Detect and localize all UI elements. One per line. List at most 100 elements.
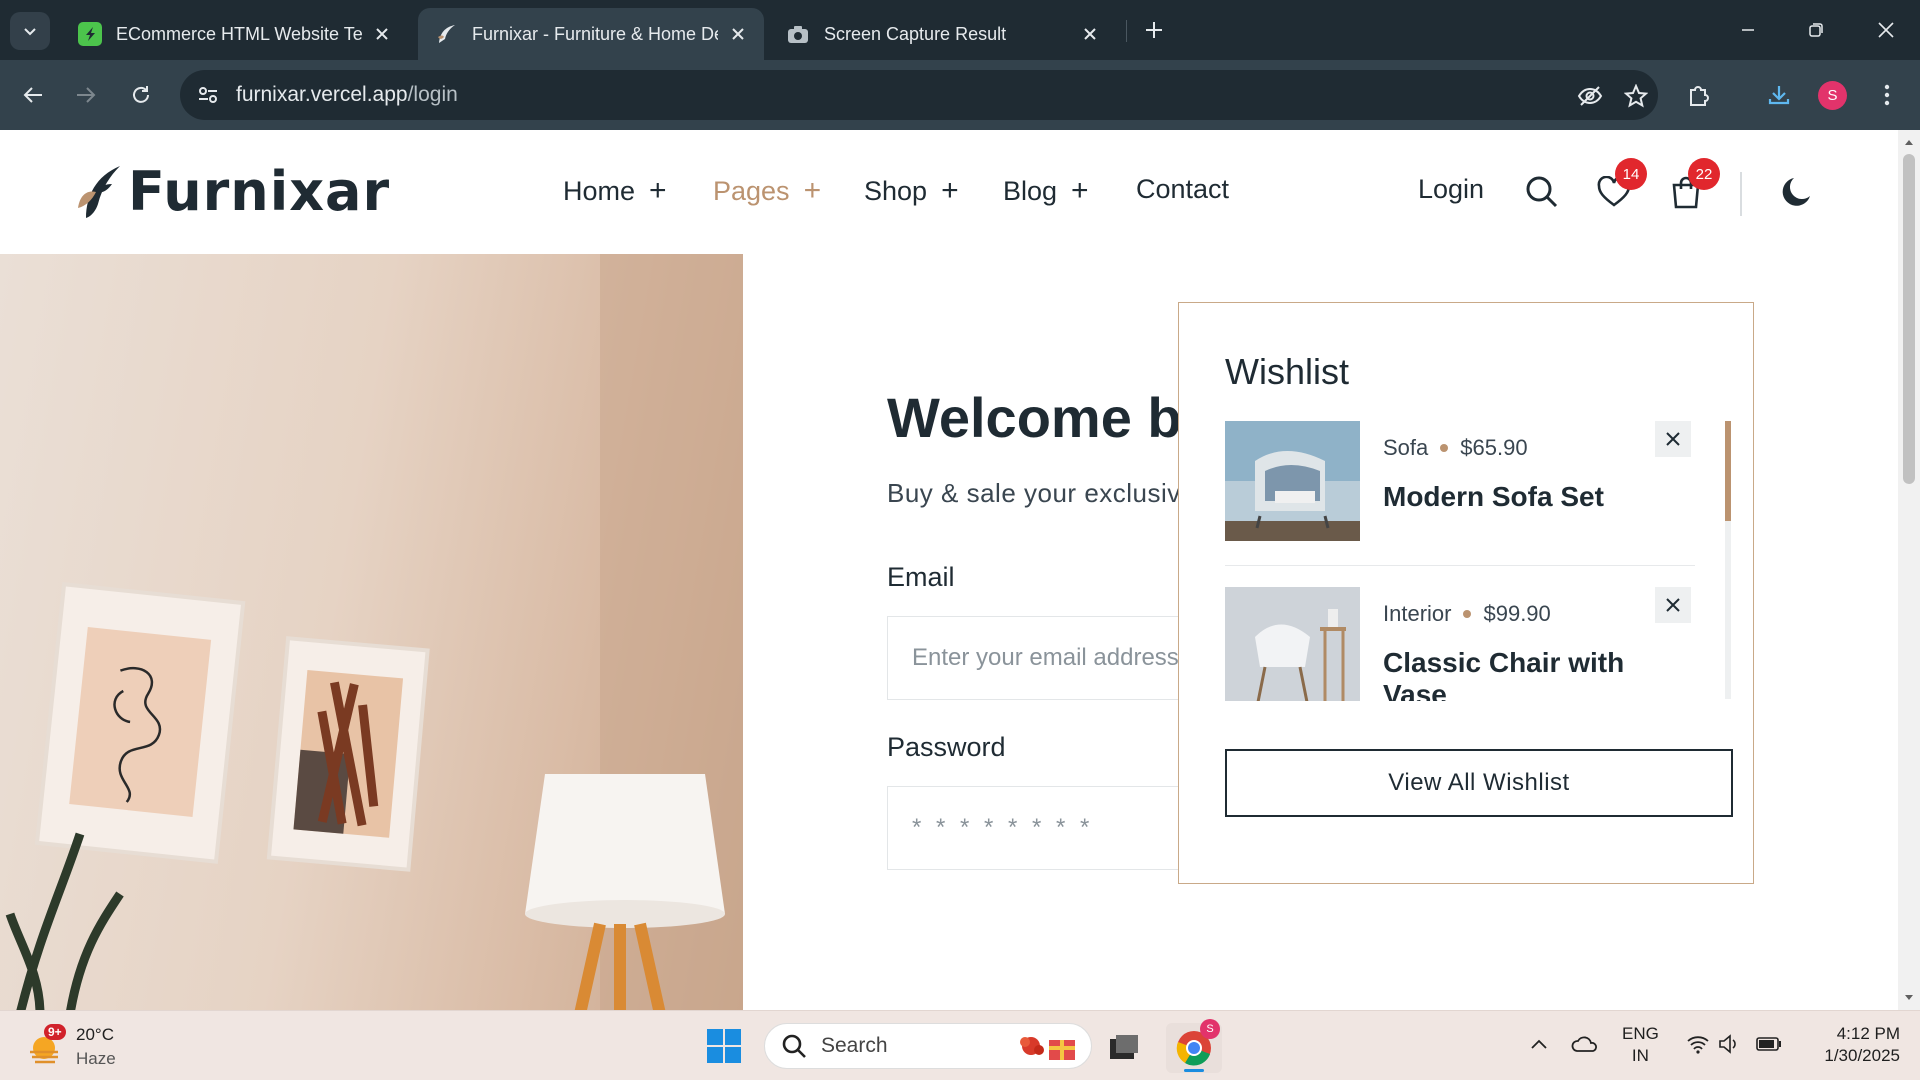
nav-label: Home <box>563 175 636 206</box>
show-hidden-icons-button[interactable] <box>1524 1029 1554 1059</box>
address-bar[interactable]: furnixar.vercel.app/login <box>180 70 1658 120</box>
page-scroll-thumb[interactable] <box>1903 154 1915 484</box>
nav-pages[interactable]: Pages + <box>713 174 821 208</box>
onedrive-icon[interactable] <box>1568 1029 1602 1059</box>
wishlist-item-meta: Sofa $65.90 <box>1383 435 1528 461</box>
nav-label: Blog <box>1003 175 1058 206</box>
wishlist-item[interactable]: Interior $99.90 Classic Chair with Vase <box>1225 587 1695 701</box>
browser-toolbar: furnixar.vercel.app/login S <box>0 60 1920 130</box>
tab-title: Screen Capture Result <box>824 23 1007 44</box>
wishlist-item-meta: Interior $99.90 <box>1383 601 1551 627</box>
reload-button[interactable] <box>122 76 160 114</box>
remove-item-button[interactable] <box>1655 421 1691 457</box>
separator-dot <box>1440 444 1449 452</box>
header-login-link[interactable]: Login <box>1418 174 1484 205</box>
lang-region: IN <box>1631 1046 1649 1065</box>
tab-title: Furnixar - Furniture & Home De <box>472 23 718 44</box>
scroll-up-icon[interactable] <box>1903 136 1915 148</box>
weather-condition: Haze <box>76 1049 116 1068</box>
wishlist-items: Sofa $65.90 Modern Sofa Set Interior $99… <box>1225 421 1695 701</box>
chevron-up-icon <box>1531 1039 1547 1049</box>
weather-badge: 9+ <box>44 1024 66 1040</box>
clock-date: 1/30/2025 <box>1824 1046 1900 1065</box>
new-tab-button[interactable] <box>1138 14 1170 46</box>
volume-icon[interactable] <box>1716 1029 1744 1059</box>
restore-button[interactable] <box>1796 12 1836 48</box>
browser-menu-button[interactable] <box>1868 76 1906 114</box>
language-indicator[interactable]: ENG IN <box>1622 1023 1659 1067</box>
bookmark-star-icon[interactable] <box>1620 80 1652 112</box>
wishlist-item[interactable]: Sofa $65.90 Modern Sofa Set <box>1225 421 1695 566</box>
nav-contact[interactable]: Contact <box>1136 174 1229 205</box>
close-tab-icon[interactable] <box>1080 24 1100 44</box>
site-info-icon[interactable] <box>194 81 222 109</box>
battery-icon[interactable] <box>1754 1029 1784 1059</box>
email-label: Email <box>887 562 955 592</box>
close-tab-icon[interactable] <box>728 24 748 44</box>
profile-avatar[interactable]: S <box>1818 81 1847 110</box>
wishlist-title: Wishlist <box>1225 351 1349 392</box>
close-tab-icon[interactable] <box>372 24 392 44</box>
wishlist-scrollbar[interactable] <box>1725 421 1731 699</box>
downloads-button[interactable] <box>1760 76 1798 114</box>
taskbar-clock[interactable]: 4:12 PM 1/30/2025 <box>1804 1023 1900 1067</box>
task-view-button[interactable] <box>1096 1023 1152 1073</box>
product-image-chair[interactable] <box>1225 587 1360 701</box>
site-logo[interactable]: Furnixar <box>74 160 390 223</box>
windows-start-icon[interactable] <box>706 1028 742 1064</box>
header-search-button[interactable] <box>1522 172 1562 212</box>
item-divider <box>1225 565 1695 566</box>
dark-mode-toggle[interactable] <box>1778 172 1818 212</box>
close-window-button[interactable] <box>1866 12 1906 48</box>
gift-flowers-icon <box>1020 1037 1075 1060</box>
nav-blog[interactable]: Blog + <box>1003 174 1089 208</box>
forward-button[interactable] <box>67 76 105 114</box>
taskbar-search[interactable]: Search <box>764 1023 1092 1069</box>
wishlist-dropdown: Wishlist Sofa $65.90 Modern Sofa Set Int… <box>1178 302 1754 884</box>
lang-code: ENG <box>1622 1024 1659 1043</box>
chrome-profile-badge: S <box>1200 1019 1220 1039</box>
interior-illustration <box>5 254 743 1010</box>
clock-time: 4:12 PM <box>1836 1024 1900 1043</box>
download-icon <box>1768 86 1790 105</box>
chrome-taskbar-button[interactable]: S <box>1166 1019 1222 1073</box>
nav-label: Contact <box>1136 174 1230 204</box>
tab-furnixar[interactable]: Furnixar - Furniture & Home De <box>418 8 764 60</box>
item-category: Sofa <box>1383 435 1429 460</box>
item-name[interactable]: Modern Sofa Set <box>1383 481 1604 513</box>
tab-search-button[interactable] <box>10 12 50 50</box>
close-icon <box>1666 432 1680 446</box>
tab-screen-capture[interactable]: Screen Capture Result <box>770 8 1116 60</box>
item-name[interactable]: Classic Chair with Vase <box>1383 647 1695 701</box>
minimize-icon <box>1742 29 1754 31</box>
plus-icon <box>1146 22 1162 38</box>
close-icon <box>1878 22 1894 38</box>
moon-icon <box>1782 178 1810 206</box>
wifi-icon[interactable] <box>1684 1029 1712 1059</box>
remove-item-button[interactable] <box>1655 587 1691 623</box>
item-price: $99.90 <box>1483 601 1551 626</box>
weather-widget[interactable]: 9+ 20°C Haze <box>26 1023 116 1071</box>
nav-home[interactable]: Home + <box>563 174 667 208</box>
close-icon <box>1666 598 1680 612</box>
product-image-sofa[interactable] <box>1225 421 1360 541</box>
tab-title: ECommerce HTML Website Ten <box>116 23 362 44</box>
scroll-down-icon[interactable] <box>1903 992 1915 1004</box>
header-divider <box>1740 172 1742 216</box>
view-all-wishlist-button[interactable]: View All Wishlist <box>1225 749 1733 817</box>
wishlist-scroll-thumb[interactable] <box>1725 421 1731 521</box>
extensions-button[interactable] <box>1680 76 1718 114</box>
minimize-button[interactable] <box>1728 12 1768 48</box>
tracking-protection-icon[interactable] <box>1574 80 1606 112</box>
page-scrollbar[interactable] <box>1898 130 1920 1010</box>
arrow-right-icon <box>77 87 96 103</box>
nav-expand-icon: + <box>941 174 959 207</box>
weather-temp: 20°C <box>76 1025 114 1044</box>
back-button[interactable] <box>14 76 52 114</box>
search-icon <box>782 1034 806 1058</box>
tab-ecommerce[interactable]: ECommerce HTML Website Ten <box>62 8 408 60</box>
tab-favicon-icon <box>434 22 458 46</box>
more-vertical-icon <box>1884 84 1890 106</box>
item-price: $65.90 <box>1460 435 1528 460</box>
nav-shop[interactable]: Shop + <box>864 174 959 208</box>
